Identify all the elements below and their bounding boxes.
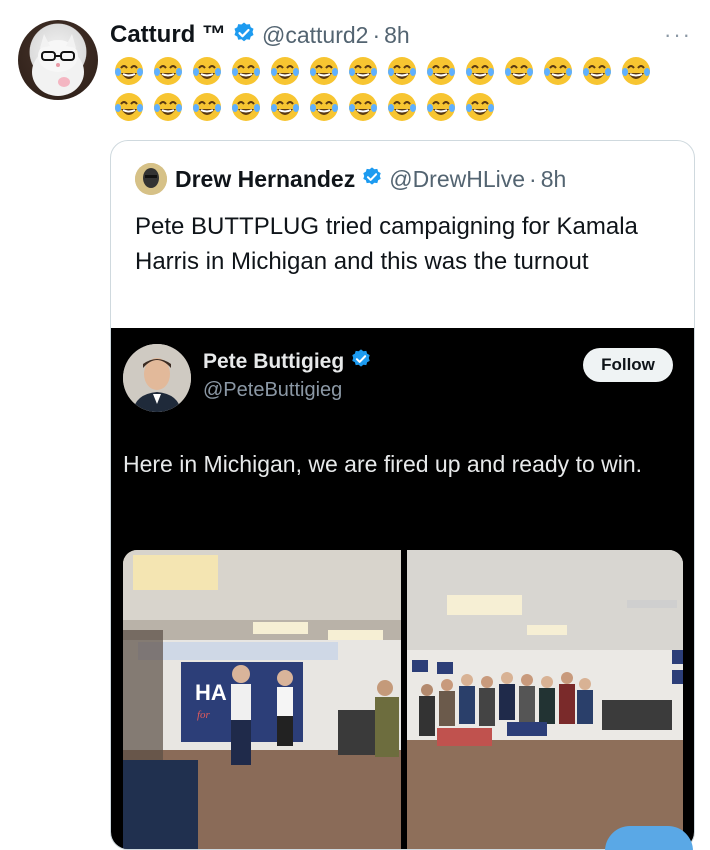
laughing-emoji-icon bbox=[266, 90, 303, 124]
laughing-emoji-icon bbox=[461, 54, 498, 88]
quoted-tweet[interactable]: Drew Hernandez @DrewHLive · 8h Pete BUTT… bbox=[110, 140, 695, 850]
emoji-row-1 bbox=[110, 54, 654, 88]
laughing-emoji-icon bbox=[305, 90, 342, 124]
laughing-emoji-icon bbox=[266, 54, 303, 88]
author-name[interactable]: Catturd ™ bbox=[110, 21, 226, 49]
laughing-emoji-icon bbox=[110, 90, 147, 124]
laughing-emoji-icon bbox=[422, 54, 459, 88]
quoted-avatar bbox=[135, 163, 167, 195]
tweet-header: Catturd ™ @catturd2 · 8h bbox=[110, 18, 410, 52]
laughing-emoji-icon bbox=[617, 54, 654, 88]
laughing-emoji-icon bbox=[578, 54, 615, 88]
follow-button[interactable]: Follow bbox=[583, 348, 673, 382]
laughing-emoji-icon bbox=[149, 54, 186, 88]
laughing-emoji-icon bbox=[227, 90, 264, 124]
laughing-emoji-icon bbox=[149, 90, 186, 124]
laughing-emoji-icon bbox=[383, 90, 420, 124]
embedded-author-row: Pete Buttigieg bbox=[203, 348, 378, 376]
more-icon[interactable]: ··· bbox=[664, 22, 692, 48]
tweet-time[interactable]: 8h bbox=[384, 22, 410, 49]
laughing-emoji-icon bbox=[500, 54, 537, 88]
laughing-emoji-icon bbox=[305, 54, 342, 88]
laughing-emoji-icon bbox=[383, 54, 420, 88]
laughing-emoji-icon bbox=[188, 90, 225, 124]
laughing-emoji-icon bbox=[344, 54, 381, 88]
quoted-header: Drew Hernandez @DrewHLive · 8h bbox=[135, 163, 566, 195]
embedded-author-handle[interactable]: @PeteButtigieg bbox=[203, 379, 342, 402]
verified-icon bbox=[361, 166, 383, 193]
laughing-emoji-icon bbox=[461, 90, 498, 124]
embedded-screenshot[interactable]: Pete Buttigieg @PeteButtigieg Follow Her… bbox=[111, 328, 694, 849]
laughing-emoji-icon bbox=[539, 54, 576, 88]
author-handle[interactable]: @catturd2 bbox=[262, 22, 368, 49]
verified-icon bbox=[232, 21, 256, 50]
separator-dot: · bbox=[372, 21, 381, 48]
laughing-emoji-icon bbox=[110, 54, 147, 88]
cat-avatar-image bbox=[32, 34, 84, 96]
author-avatar[interactable] bbox=[18, 20, 98, 100]
laughing-emoji-icon bbox=[188, 54, 225, 88]
embedded-text: Here in Michigan, we are fired up and re… bbox=[123, 451, 643, 477]
photo-left[interactable]: HA for bbox=[123, 550, 401, 849]
quoted-text: Pete BUTTPLUG tried campaigning for Kama… bbox=[135, 213, 638, 275]
laughing-emoji-icon bbox=[344, 90, 381, 124]
quoted-time[interactable]: 8h bbox=[541, 166, 567, 193]
emoji-row-2 bbox=[110, 90, 498, 124]
photo-right[interactable] bbox=[407, 550, 683, 849]
separator-dot: · bbox=[529, 165, 537, 192]
verified-icon bbox=[350, 348, 372, 376]
quoted-author-handle[interactable]: @DrewHLive bbox=[389, 166, 525, 193]
laughing-emoji-icon bbox=[422, 90, 459, 124]
sign-subtext: for bbox=[197, 709, 211, 721]
embedded-author-name[interactable]: Pete Buttigieg bbox=[203, 350, 344, 374]
quoted-author-name[interactable]: Drew Hernandez bbox=[175, 166, 355, 193]
sign-text: HA bbox=[195, 680, 227, 705]
embedded-avatar bbox=[123, 344, 191, 412]
compose-fab[interactable] bbox=[605, 826, 693, 850]
laughing-emoji-icon bbox=[227, 54, 264, 88]
